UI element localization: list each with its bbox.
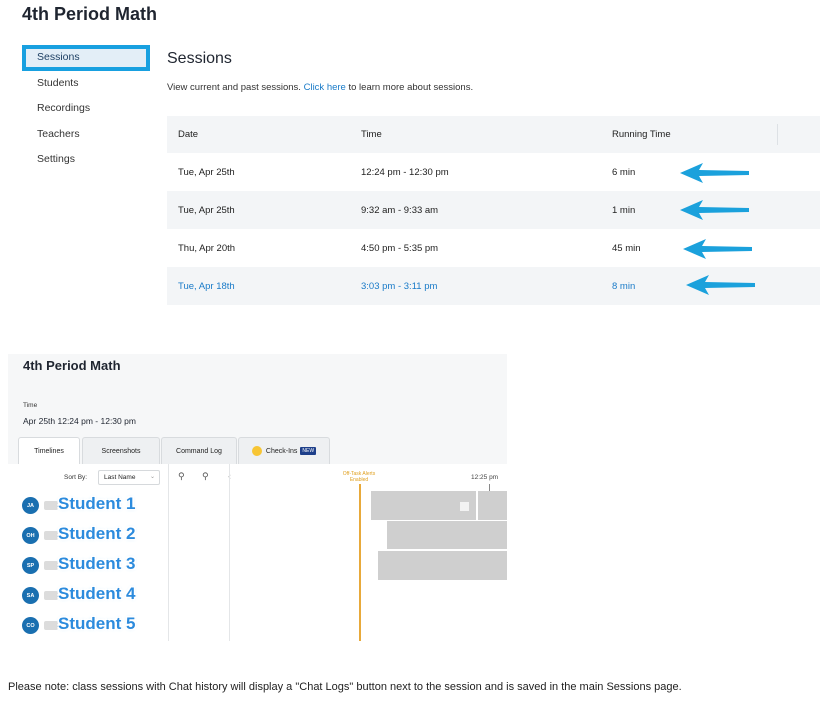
desc-text-after: to learn more about sessions. (345, 82, 474, 93)
chevron-down-icon: ⌄ (149, 474, 155, 480)
zoom-out-icon[interactable]: ⚲ (178, 471, 185, 482)
smiley-icon (251, 446, 262, 456)
tab-screenshots[interactable]: Screenshots (82, 437, 160, 464)
session-time: Apr 25th 12:24 pm - 12:30 pm (23, 416, 136, 426)
student-row[interactable]: SA Student 4 (8, 579, 168, 609)
student-name: Student 2 (58, 524, 136, 543)
row-date: Tue, Apr 25th (178, 204, 235, 216)
redacted-name (44, 501, 58, 510)
student-row[interactable]: SP Student 3 (8, 549, 168, 579)
new-badge: NEW (300, 447, 317, 455)
alerts-enabled-marker (359, 484, 361, 641)
row-date: Thu, Apr 20th (178, 242, 236, 254)
activity-marker (460, 502, 469, 511)
avatar: OH (22, 527, 39, 544)
row-time: 4:50 pm - 5:35 pm (361, 242, 439, 254)
tab-timelines[interactable]: Timelines (18, 437, 80, 464)
activity-gap (476, 491, 478, 520)
sort-label: Sort By: (64, 474, 88, 481)
session-detail-screenshot: 4th Period Math Time Apr 25th 12:24 pm -… (8, 354, 507, 641)
avatar: JA (22, 497, 39, 514)
timeline-toolbar: Sort By: Last Name⌄ ⚲ ⚲ ‹ (8, 464, 507, 490)
sidebar-nav: Sessions Students Recordings Teachers Se… (22, 45, 150, 173)
arrow-left-icon (683, 239, 752, 259)
student-name: Student 3 (58, 554, 136, 573)
redacted-name (44, 621, 58, 630)
sidebar-item-recordings[interactable]: Recordings (22, 96, 150, 122)
arrow-left-icon (686, 275, 755, 295)
avatar: SP (22, 557, 39, 574)
activity-bar (387, 521, 507, 549)
student-row[interactable]: OH Student 2 (8, 519, 168, 549)
redacted-name (44, 531, 58, 540)
student-name: Student 1 (58, 494, 136, 513)
class-title: 4th Period Math (23, 358, 121, 373)
tab-check-ins-label: Check-Ins (265, 447, 298, 455)
row-running-time[interactable]: 8 min (612, 267, 635, 305)
header-divider (777, 124, 778, 145)
row-time[interactable]: 3:03 pm - 3:11 pm (361, 267, 437, 305)
chat-logs-note: Please note: class sessions with Chat hi… (8, 681, 682, 693)
tab-command-log[interactable]: Command Log (161, 437, 237, 464)
redacted-name (44, 561, 58, 570)
sidebar-item-settings[interactable]: Settings (22, 147, 150, 173)
timeline-time-tick: 12:25 pm (471, 474, 499, 481)
learn-more-link[interactable]: Click here (304, 82, 346, 93)
column-divider (229, 464, 230, 641)
row-running-time: 1 min (612, 204, 636, 216)
arrow-left-icon (680, 163, 749, 183)
row-running-time: 45 min (612, 242, 641, 254)
arrow-left-icon (680, 200, 749, 220)
sessions-heading: Sessions (167, 50, 232, 67)
student-name: Student 5 (58, 614, 136, 633)
activity-bar (378, 551, 507, 580)
sidebar-item-students[interactable]: Students (22, 71, 150, 97)
student-name: Student 4 (58, 584, 136, 603)
column-divider (168, 464, 169, 641)
sort-select[interactable]: Last Name ⌄ (98, 470, 160, 485)
redacted-name (44, 591, 58, 600)
sidebar-item-sessions[interactable]: Sessions (22, 45, 150, 71)
row-date[interactable]: Tue, Apr 18th (178, 267, 235, 305)
row-running-time: 6 min (612, 166, 636, 178)
avatar: CO (22, 617, 39, 634)
avatar: SA (22, 587, 39, 604)
tab-check-ins[interactable]: Check-Ins NEW (238, 437, 330, 464)
off-task-alerts-label: Off-Task Alerts Enabled (342, 471, 376, 483)
student-row[interactable]: JA Student 1 (8, 489, 168, 519)
row-date: Tue, Apr 25th (178, 166, 235, 178)
header-date: Date (178, 129, 199, 140)
row-time: 9:32 am - 9:33 am (361, 204, 439, 216)
sessions-description: View current and past sessions. Click he… (167, 82, 473, 93)
page-title: 4th Period Math (22, 4, 158, 24)
header-running-time: Running Time (612, 129, 671, 140)
desc-text-before: View current and past sessions. (167, 82, 304, 93)
activity-bar (371, 491, 507, 520)
zoom-in-icon[interactable]: ⚲ (202, 471, 209, 482)
sidebar-item-teachers[interactable]: Teachers (22, 122, 150, 148)
table-header: Date Time Running Time (167, 116, 820, 153)
row-time: 12:24 pm - 12:30 pm (361, 166, 449, 178)
header-time: Time (361, 129, 382, 140)
time-label: Time (23, 402, 38, 409)
sort-value: Last Name (104, 474, 136, 481)
student-row[interactable]: CO Student 5 (8, 609, 168, 639)
